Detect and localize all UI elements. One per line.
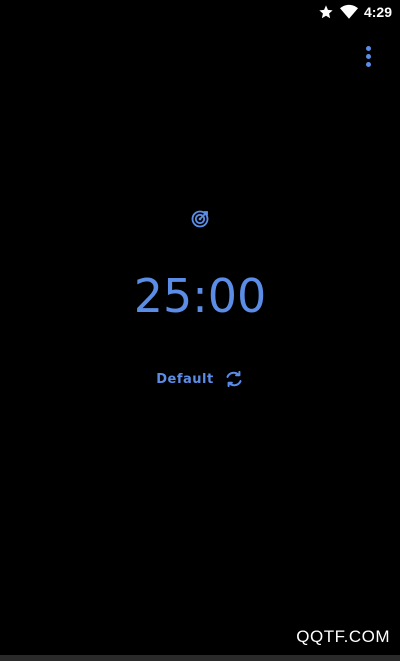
status-time: 4:29: [363, 4, 392, 20]
more-vert-icon-dot: [365, 61, 371, 67]
more-options-button[interactable]: [360, 44, 376, 68]
wifi-icon: [339, 4, 358, 19]
refresh-icon[interactable]: [224, 369, 244, 389]
timer-display[interactable]: 25:00: [0, 268, 400, 324]
bottom-bar: [0, 655, 400, 661]
more-vert-icon-dot: [365, 53, 371, 59]
status-icons: 4:29: [318, 4, 392, 20]
watermark: QQTF.COM: [296, 627, 390, 646]
profile-label[interactable]: Default: [156, 372, 213, 387]
status-bar: 4:29: [0, 0, 400, 24]
target-icon: [191, 210, 209, 228]
star-icon: [319, 5, 333, 19]
profile-row: Default: [0, 369, 400, 389]
more-vert-icon: [365, 45, 371, 51]
